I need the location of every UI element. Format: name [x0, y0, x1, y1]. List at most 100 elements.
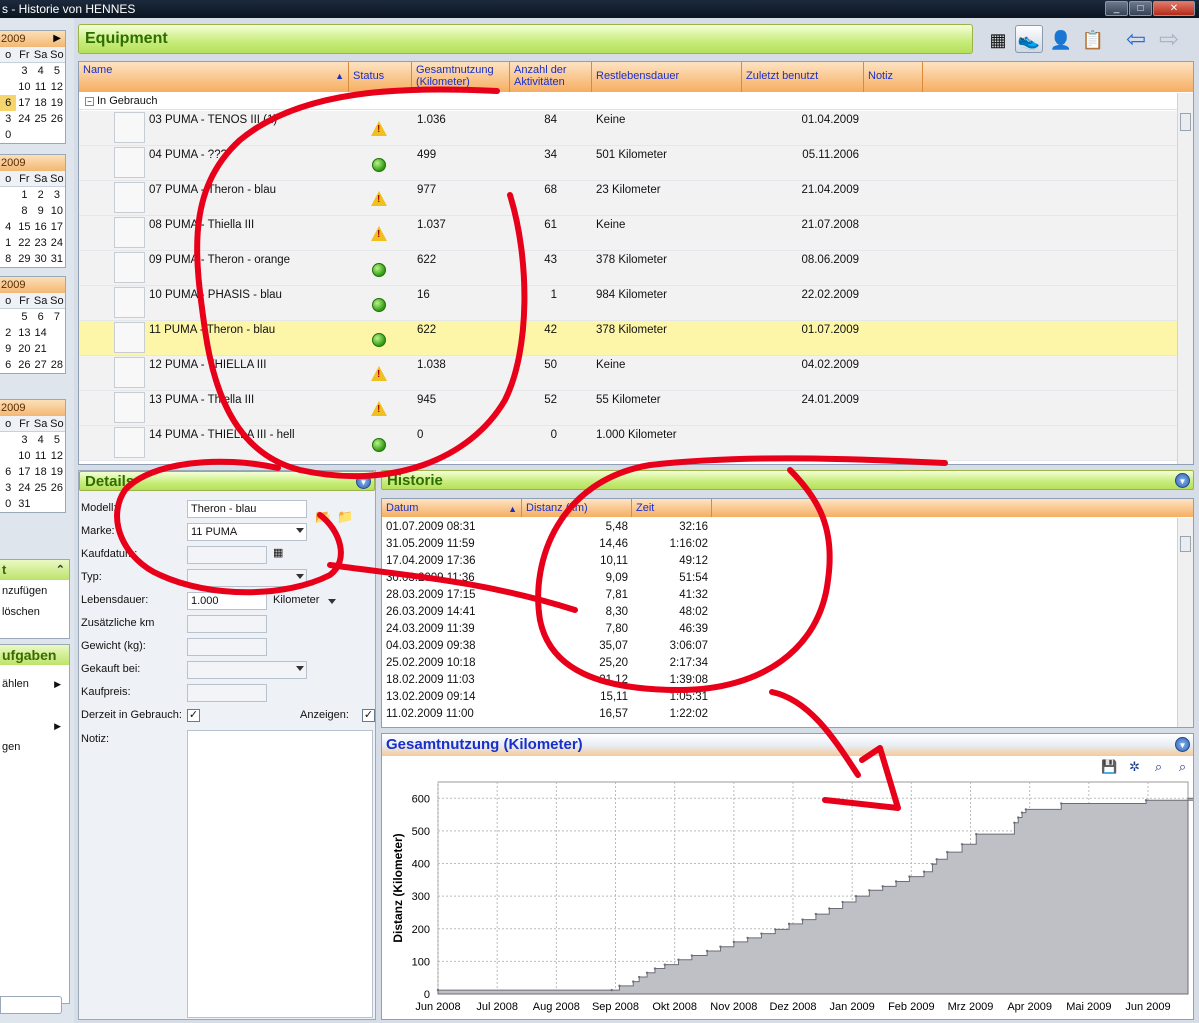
calendar-day[interactable]: 19	[49, 95, 65, 111]
historie-row[interactable]: 30.03.2009 11:36 9,09 51:54	[382, 570, 1177, 587]
calendar-day[interactable]: 6	[0, 357, 16, 373]
calendar-day[interactable]: 1	[0, 235, 16, 251]
calendar-day[interactable]: 5	[49, 432, 65, 448]
calendar-day[interactable]: 5	[16, 309, 32, 325]
calendar-day[interactable]: 4	[0, 219, 16, 235]
calendar-day[interactable]: 3	[0, 480, 16, 496]
equipment-row[interactable]: 04 PUMA - ??? 499 34 501 Kilometer 05.11…	[79, 146, 1179, 181]
calendar-day[interactable]: 6	[0, 464, 16, 480]
anzeigen-checkbox[interactable]: ✓	[362, 709, 375, 722]
equipment-row[interactable]: 07 PUMA - Theron - blau 977 68 23 Kilome…	[79, 181, 1179, 216]
calendar-day[interactable]: 1	[16, 187, 32, 203]
calendar-day[interactable]	[0, 203, 16, 219]
calendar-day[interactable]: 21	[33, 341, 49, 357]
kaufdatum-field[interactable]	[187, 546, 267, 564]
notiz-textarea[interactable]	[187, 730, 373, 1018]
calendar-day[interactable]	[0, 187, 16, 203]
calendar-day[interactable]: 24	[16, 480, 32, 496]
calendar-day[interactable]: 17	[16, 95, 32, 111]
task-item[interactable]: gen	[0, 737, 69, 758]
col-status[interactable]: Status	[349, 62, 412, 92]
calendar-day[interactable]: 28	[49, 357, 65, 373]
historie-scrollbar[interactable]	[1177, 518, 1193, 727]
col-restlebensdauer[interactable]: Restlebensdauer	[592, 62, 742, 92]
calendar-day[interactable]: 25	[33, 480, 49, 496]
calendar-day[interactable]: 6	[0, 95, 17, 111]
calendar-day[interactable]	[49, 325, 65, 341]
calendar-day[interactable]: 7	[49, 309, 65, 325]
calendar-day[interactable]: 8	[0, 251, 16, 267]
zusatz-field[interactable]	[187, 615, 267, 633]
back-arrow-icon[interactable]: ⇦	[1122, 25, 1150, 53]
calendar-day[interactable]	[0, 448, 16, 464]
minimize-button[interactable]: _	[1105, 1, 1128, 16]
calendar-day[interactable]: 26	[16, 357, 32, 373]
calendar-day[interactable]	[33, 127, 49, 143]
calendar-day[interactable]: 12	[49, 448, 65, 464]
calendar-day[interactable]: 11	[33, 79, 49, 95]
collapse-up-icon[interactable]: ⌃	[56, 560, 65, 580]
calendar-day[interactable]: 10	[16, 79, 32, 95]
folder-open-icon[interactable]: 📂	[315, 509, 331, 525]
col-gesamtnutzung[interactable]: Gesamtnutzung (Kilometer)	[412, 62, 510, 92]
historie-row[interactable]: 17.04.2009 17:36 10,11 49:12	[382, 553, 1177, 570]
calendar-day[interactable]: 3	[49, 187, 65, 203]
shoe-equipment-icon[interactable]: 👟	[1015, 25, 1043, 53]
calendar-day[interactable]: 11	[33, 448, 49, 464]
calendar-day[interactable]: 6	[33, 309, 49, 325]
calendar-day[interactable]: 29	[16, 251, 32, 267]
calendar-day[interactable]	[0, 309, 16, 325]
equipment-row[interactable]: 14 PUMA - THIELLA III - hell 0 0 1.000 K…	[79, 426, 1179, 461]
calendar-day[interactable]: 22	[16, 235, 32, 251]
historie-row[interactable]: 13.02.2009 09:14 15,11 1:05:31	[382, 689, 1177, 706]
calendar-day[interactable]	[0, 79, 16, 95]
unit-dropdown-icon[interactable]	[328, 599, 336, 604]
equipment-row[interactable]: 13 PUMA - Thiella III 945 52 55 Kilomete…	[79, 391, 1179, 426]
calendar-day[interactable]: 25	[33, 111, 49, 127]
save-icon[interactable]: 💾	[1101, 758, 1118, 775]
calendar-day[interactable]: 3	[0, 111, 16, 127]
delete-item[interactable]: löschen	[0, 602, 69, 623]
calendar-day[interactable]	[0, 63, 16, 79]
marke-select[interactable]: 11 PUMA	[187, 523, 307, 541]
equipment-row[interactable]: 11 PUMA - Theron - blau 622 42 378 Kilom…	[79, 321, 1179, 356]
calendar-day[interactable]: 23	[33, 235, 49, 251]
equipment-row[interactable]: 03 PUMA - TENOS III (1) 1.036 84 Keine 0…	[79, 111, 1179, 146]
kaufpreis-field[interactable]	[187, 684, 267, 702]
col-name[interactable]: Name ▲	[79, 62, 349, 92]
historie-row[interactable]: 04.03.2009 09:38 35,07 3:06:07	[382, 638, 1177, 655]
calendar-day[interactable]	[16, 127, 32, 143]
equipment-scrollbar[interactable]	[1177, 93, 1193, 464]
col-notiz[interactable]: Notiz	[864, 62, 923, 92]
calendar-view-icon[interactable]: ▦	[984, 25, 1012, 53]
calendar-day[interactable]: 16	[33, 219, 49, 235]
scroll-thumb[interactable]	[1180, 536, 1191, 552]
zoom-in-icon[interactable]: ⌕	[1174, 758, 1191, 775]
add-item[interactable]: nzufügen	[0, 581, 69, 602]
historie-row[interactable]: 24.03.2009 11:39 7,80 46:39	[382, 621, 1177, 638]
historie-row[interactable]: 31.05.2009 11:59 14,46 1:16:02	[382, 536, 1177, 553]
task-item[interactable]: ählen ▶	[0, 674, 69, 695]
equipment-row[interactable]: 12 PUMA - THIELLA III 1.038 50 Keine 04.…	[79, 356, 1179, 391]
equipment-row[interactable]: 09 PUMA - Theron - orange 622 43 378 Kil…	[79, 251, 1179, 286]
calendar-day[interactable]	[33, 496, 49, 512]
calendar-day[interactable]: 24	[49, 235, 65, 251]
calendar-day[interactable]: 15	[16, 219, 32, 235]
calendar-day[interactable]: 19	[49, 464, 65, 480]
folder-icon[interactable]: 📁	[337, 509, 353, 525]
search-input[interactable]	[0, 996, 62, 1014]
historie-row[interactable]: 28.03.2009 17:15 7,81 41:32	[382, 587, 1177, 604]
gebrauch-checkbox[interactable]: ✓	[187, 709, 200, 722]
calendar-day[interactable]: 4	[33, 63, 49, 79]
calendar-day[interactable]: 10	[49, 203, 65, 219]
col-datum[interactable]: Datum ▲	[382, 499, 522, 517]
calendar-day[interactable]: 31	[49, 251, 65, 267]
lebensdauer-field[interactable]: 1.000	[187, 592, 267, 610]
calendar-day[interactable]: 4	[33, 432, 49, 448]
collapse-historie-icon[interactable]: ▼	[1175, 473, 1190, 488]
calendar-day[interactable]: 24	[16, 111, 32, 127]
close-button[interactable]: ✕	[1153, 1, 1195, 16]
col-anzahl[interactable]: Anzahl der Aktivitäten	[510, 62, 592, 92]
collapse-details-icon[interactable]: ▼	[356, 474, 371, 489]
modell-field[interactable]: Theron - blau	[187, 500, 307, 518]
